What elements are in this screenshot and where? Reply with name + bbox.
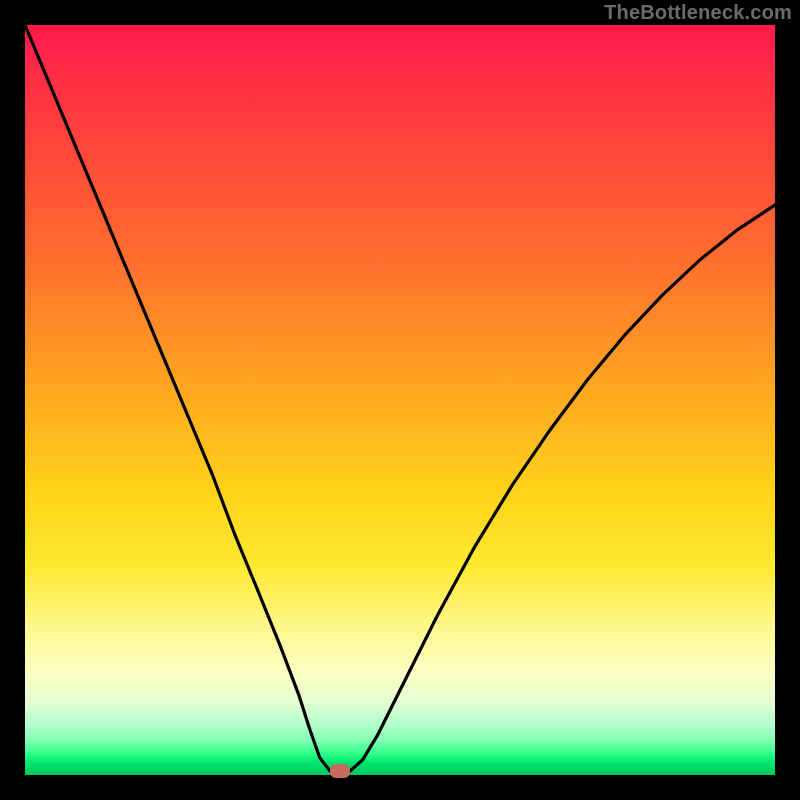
watermark-text: TheBottleneck.com [604,2,792,25]
minimum-marker [330,764,350,778]
chart-frame: TheBottleneck.com [0,0,800,800]
bottleneck-curve [25,25,775,775]
plot-area [25,25,775,775]
